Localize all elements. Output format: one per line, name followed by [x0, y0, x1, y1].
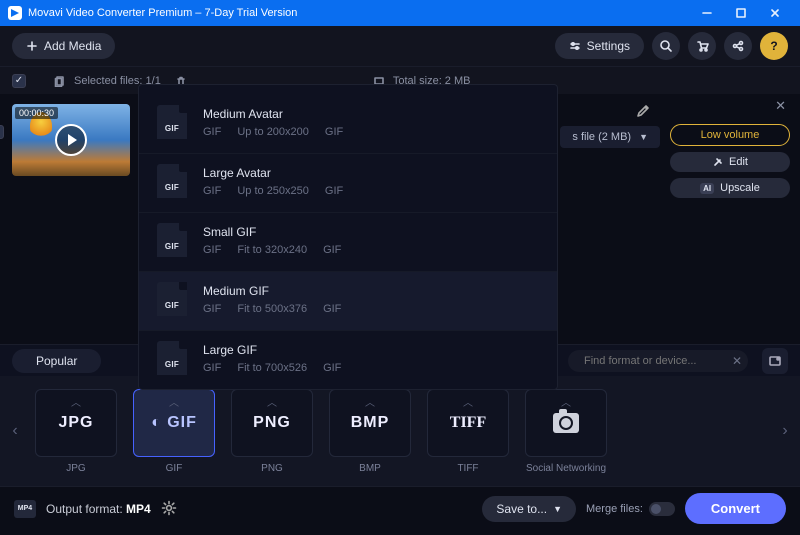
chevron-down-icon: ▼	[639, 132, 648, 142]
merge-files-label: Merge files:	[586, 503, 643, 515]
close-button[interactable]	[758, 0, 792, 26]
preset-item[interactable]: GIF Medium Avatar GIFUp to 200x200GIF	[139, 95, 557, 153]
format-tiff[interactable]: ︿TIFF TIFF	[420, 389, 516, 474]
edit-header	[570, 100, 660, 122]
minimize-button[interactable]	[690, 0, 724, 26]
chevron-down-icon: ▼	[553, 504, 562, 514]
help-button[interactable]: ?	[760, 32, 788, 60]
clear-search-icon[interactable]: ✕	[732, 354, 742, 368]
format-label: JPG	[66, 463, 85, 474]
file-gif-icon: GIF	[157, 164, 187, 198]
save-to-button[interactable]: Save to... ▼	[482, 496, 576, 522]
file-chip-text: s file (2 MB)	[572, 131, 631, 143]
play-icon[interactable]	[55, 124, 87, 156]
pencil-icon[interactable]	[636, 104, 650, 118]
titlebar: Movavi Video Converter Premium – 7-Day T…	[0, 0, 800, 26]
file-gif-icon: GIF	[157, 341, 187, 375]
file-gif-icon: GIF	[157, 223, 187, 257]
merge-files-toggle[interactable]	[649, 502, 675, 516]
chevron-up-icon: ︿	[71, 394, 81, 409]
preset-title: Large Avatar	[203, 166, 343, 180]
format-search[interactable]: ✕	[568, 350, 748, 372]
file-gif-icon: GIF	[157, 282, 187, 316]
preset-item[interactable]: GIF Large Avatar GIFUp to 250x250GIF	[139, 153, 557, 212]
media-item-checkbox[interactable]	[0, 125, 4, 139]
carousel-next-button[interactable]: ›	[774, 422, 796, 440]
format-label: Social Networking	[526, 463, 606, 474]
preset-dropdown: GIF Medium Avatar GIFUp to 200x200GIF GI…	[138, 84, 558, 390]
format-png[interactable]: ︿PNG PNG	[224, 389, 320, 474]
app-logo-icon	[8, 6, 22, 20]
format-social[interactable]: ︿ Social Networking	[518, 389, 614, 474]
action-column: Low volume Edit AI Upscale	[670, 124, 790, 198]
preset-meta: GIFFit to 320x240GIF	[203, 244, 341, 256]
format-bmp[interactable]: ︿BMP BMP	[322, 389, 418, 474]
gear-icon[interactable]	[161, 500, 179, 518]
settings-label: Settings	[587, 39, 630, 53]
output-format-label: Output format: MP4	[46, 502, 151, 516]
save-to-label: Save to...	[496, 502, 547, 516]
format-carousel: ‹ ︿JPG JPG ︿◐ GIF GIF ︿PNG PNG ︿BMP BMP …	[0, 376, 800, 486]
preset-meta: GIFUp to 250x250GIF	[203, 185, 343, 197]
maximize-button[interactable]	[724, 0, 758, 26]
media-thumbnail[interactable]: 00:00:30	[12, 104, 130, 176]
format-label: PNG	[261, 463, 283, 474]
preset-meta: GIFUp to 200x200GIF	[203, 126, 343, 138]
upscale-button-label: Upscale	[720, 182, 760, 194]
preset-item[interactable]: GIF Small GIF GIFFit to 320x240GIF	[139, 212, 557, 271]
preset-title: Medium GIF	[203, 284, 341, 298]
tab-popular[interactable]: Popular	[12, 349, 101, 373]
output-format-icon: MP4	[14, 500, 36, 518]
display-mode-button[interactable]	[762, 348, 788, 374]
format-label: BMP	[359, 463, 381, 474]
chevron-up-icon: ︿	[561, 394, 571, 409]
merge-files-control: Merge files:	[586, 502, 675, 516]
files-icon	[54, 75, 66, 87]
add-media-label: Add Media	[44, 39, 101, 53]
carousel-prev-button[interactable]: ‹	[4, 422, 26, 440]
chevron-up-icon: ︿	[169, 394, 179, 409]
cart-button[interactable]	[688, 32, 716, 60]
preset-meta: GIFFit to 700x526GIF	[203, 362, 341, 374]
add-media-button[interactable]: Add Media	[12, 33, 115, 59]
chevron-up-icon: ︿	[463, 394, 473, 409]
search-button[interactable]	[652, 32, 680, 60]
preset-title: Large GIF	[203, 343, 341, 357]
low-volume-button[interactable]: Low volume	[670, 124, 790, 146]
chevron-up-icon: ︿	[267, 394, 277, 409]
main-area: 00:00:30 ✕ s file (2 MB) ▼ Low volume Ed…	[0, 94, 800, 344]
file-size-chip[interactable]: s file (2 MB) ▼	[560, 126, 660, 148]
format-gif[interactable]: ︿◐ GIF GIF	[126, 389, 222, 474]
chevron-up-icon: ︿	[365, 394, 375, 409]
preset-item[interactable]: GIF Large GIF GIFFit to 700x526GIF	[139, 330, 557, 389]
panel-close-button[interactable]: ✕	[775, 98, 786, 114]
edit-button[interactable]: Edit	[670, 152, 790, 172]
preset-meta: GIFFit to 500x376GIF	[203, 303, 341, 315]
convert-button[interactable]: Convert	[685, 493, 786, 524]
edit-button-label: Edit	[729, 156, 748, 168]
format-jpg[interactable]: ︿JPG JPG	[28, 389, 124, 474]
preset-item[interactable]: GIF Medium GIF GIFFit to 500x376GIF	[139, 271, 557, 330]
duration-badge: 00:00:30	[15, 107, 58, 119]
ai-icon: AI	[700, 183, 714, 194]
toolbar: Add Media Settings ?	[0, 26, 800, 66]
settings-button[interactable]: Settings	[555, 33, 644, 59]
camera-icon	[553, 413, 579, 433]
preset-title: Medium Avatar	[203, 107, 343, 121]
share-button[interactable]	[724, 32, 752, 60]
format-search-input[interactable]	[584, 355, 726, 367]
media-item[interactable]: 00:00:30	[12, 104, 130, 176]
preset-title: Small GIF	[203, 225, 341, 239]
format-label: TIFF	[457, 463, 478, 474]
file-gif-icon: GIF	[157, 105, 187, 139]
select-all-checkbox[interactable]	[12, 74, 26, 88]
format-label: GIF	[166, 463, 183, 474]
upscale-button[interactable]: AI Upscale	[670, 178, 790, 198]
bottom-bar: MP4 Output format: MP4 Save to... ▼ Merg…	[0, 486, 800, 530]
window-title: Movavi Video Converter Premium – 7-Day T…	[28, 7, 690, 19]
